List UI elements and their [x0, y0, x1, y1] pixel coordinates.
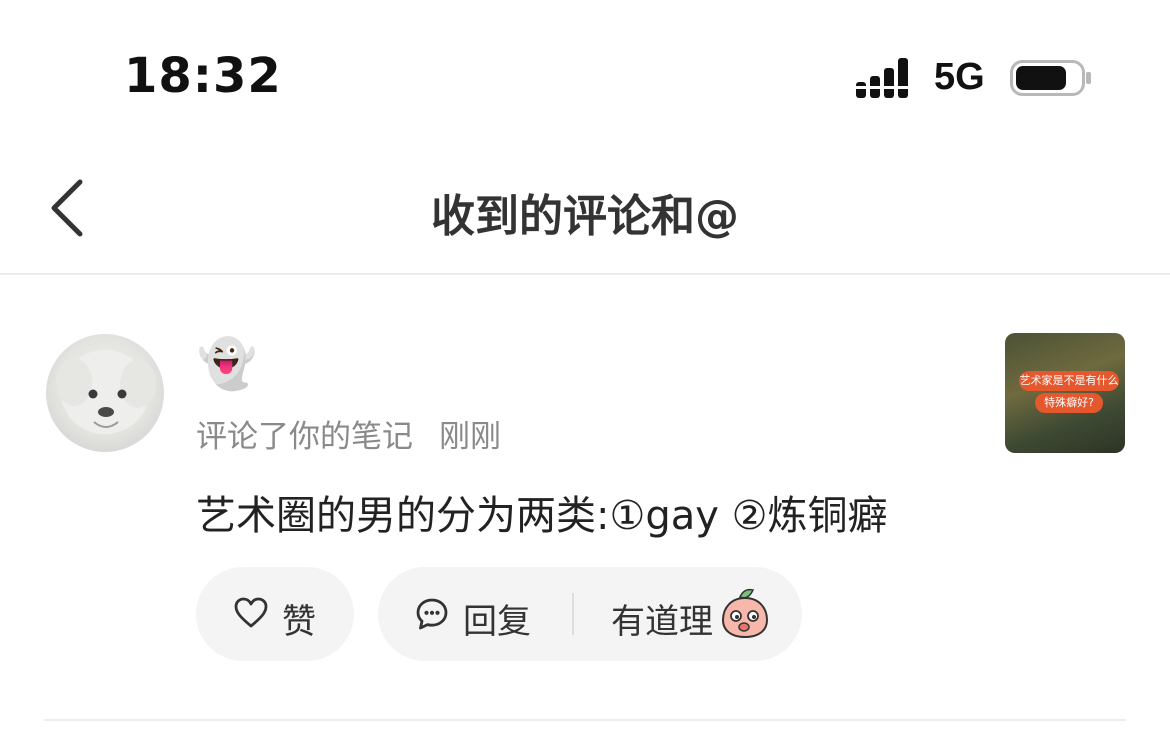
chat-bubble-icon [416, 598, 448, 630]
thumbnail-caption-line1: 艺术家是不是有什么 [1019, 371, 1119, 391]
comment-text[interactable]: 艺术圈的男的分为两类:①gay ②炼铜癖 [196, 483, 887, 541]
heart-icon [234, 597, 268, 628]
avatar[interactable] [46, 334, 164, 452]
like-label: 赞 [282, 602, 316, 642]
action-text: 评论了你的笔记 [196, 419, 413, 455]
like-button[interactable]: 赞 [196, 567, 354, 661]
reply-button[interactable]: 回复 [378, 567, 572, 661]
network-type: 5G [934, 56, 985, 98]
user-name[interactable]: 👻 [197, 336, 257, 392]
reply-actions: 回复 有道理 [378, 567, 802, 661]
page-title: 收到的评论和@ [431, 191, 739, 242]
reply-label: 回复 [463, 602, 531, 642]
status-bar: 18:32 5G [0, 0, 1170, 150]
list-divider [44, 719, 1126, 721]
battery-icon [1010, 60, 1091, 96]
signal-bars-icon [856, 58, 908, 98]
status-time: 18:32 [124, 48, 282, 104]
note-thumbnail[interactable]: 艺术家是不是有什么 特殊癖好? [1005, 333, 1125, 453]
peach-emoji-icon [721, 588, 769, 639]
quick-reply-label: 有道理 [611, 602, 713, 642]
navigation-bar: 收到的评论和@ [0, 150, 1170, 275]
time-ago: 刚刚 [439, 419, 501, 455]
quick-reply-button[interactable]: 有道理 [574, 567, 802, 661]
notification-meta: 评论了你的笔记 刚刚 [196, 411, 501, 456]
avatar-dog-image [56, 350, 156, 434]
thumbnail-caption-line2: 特殊癖好? [1035, 393, 1103, 413]
